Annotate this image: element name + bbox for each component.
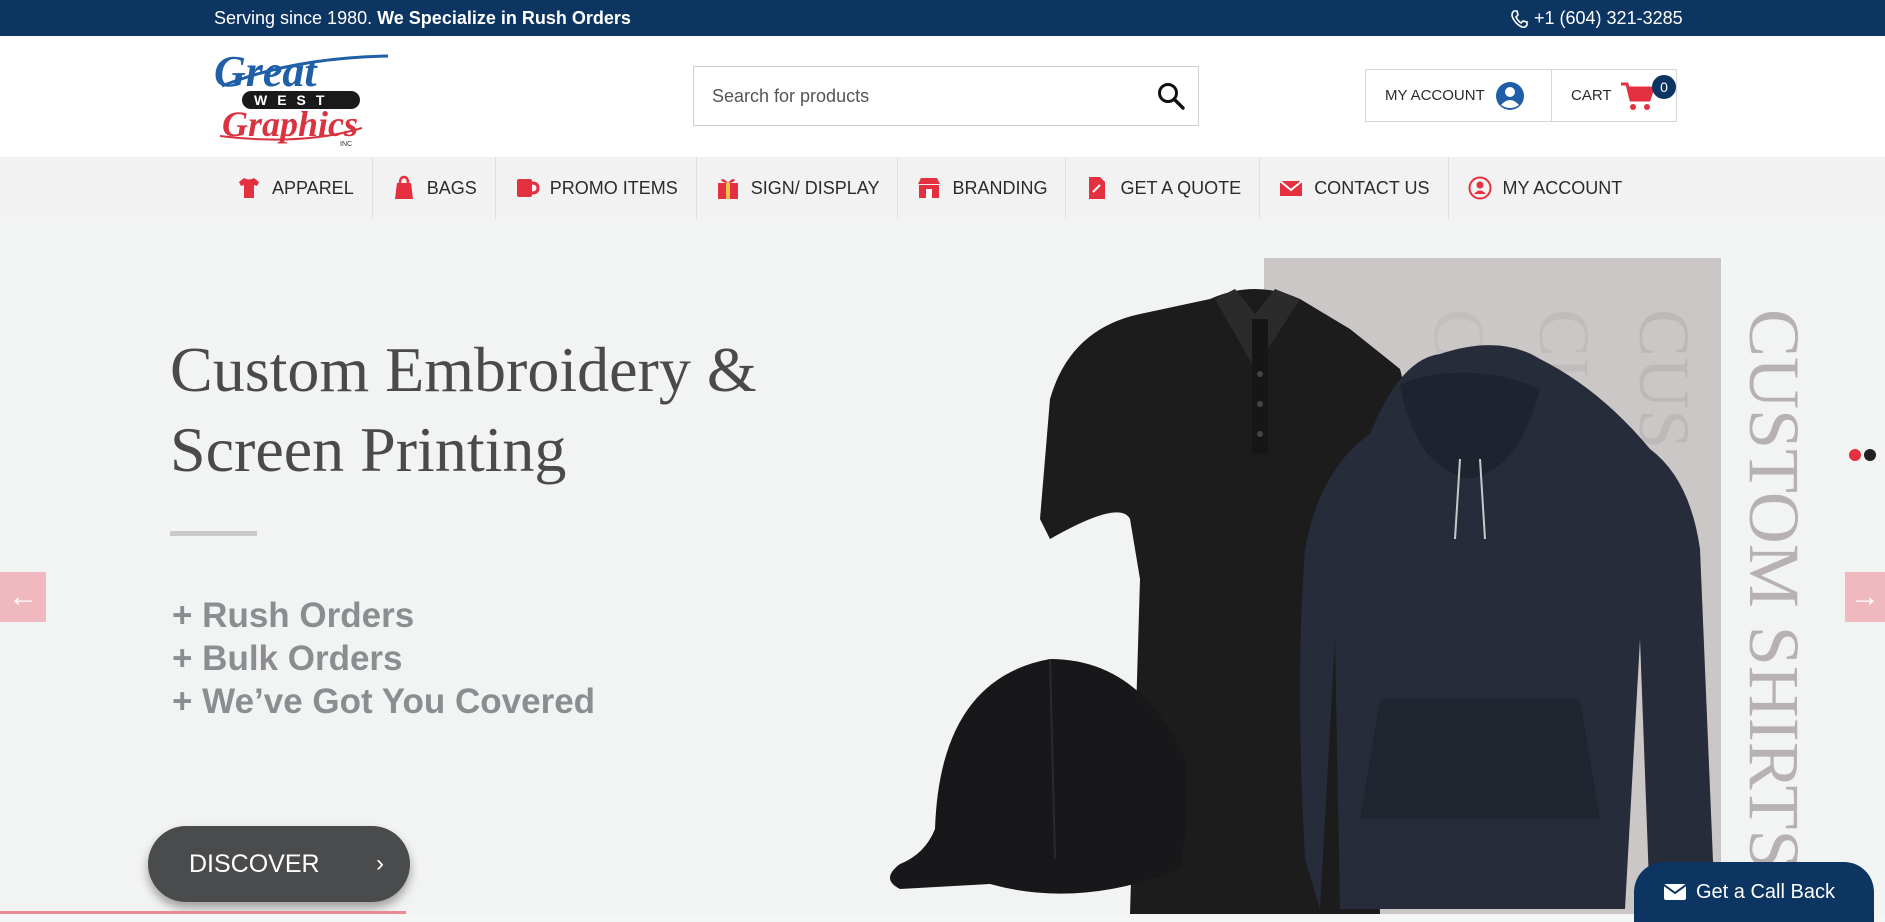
search-box	[693, 66, 1199, 126]
arrow-left-icon: ←	[8, 580, 38, 613]
main-nav: APPAREL BAGS PROMO ITEMS SIGN/ DISPLAY B…	[0, 157, 1885, 219]
nav-item-promo-items[interactable]: PROMO ITEMS	[496, 157, 697, 219]
hero-bullet: + Bulk Orders	[172, 639, 403, 678]
call-back-button[interactable]: Get a Call Back	[1634, 862, 1874, 922]
svg-text:INC: INC	[340, 141, 352, 146]
logo[interactable]: Great WEST Graphics INC	[212, 47, 392, 148]
nav-item-branding[interactable]: BRANDING	[898, 157, 1067, 219]
slider-prev-button[interactable]: ←	[0, 572, 46, 622]
nav-item-my-account[interactable]: MY ACCOUNT	[1449, 157, 1641, 219]
nav-item-sign-display[interactable]: SIGN/ DISPLAY	[697, 157, 899, 219]
slider-dot[interactable]	[1864, 449, 1876, 461]
bag-icon	[394, 175, 413, 199]
hero-divider	[170, 531, 257, 536]
hero-bullet-list: + Rush Orders + Bulk Orders + We’ve Got …	[172, 594, 595, 723]
account-icon	[1495, 81, 1524, 110]
backdrop-text: CUSTOM SHIRTS	[1734, 309, 1814, 870]
cart-icon	[1620, 82, 1655, 110]
site-header: Great WEST Graphics INC MY ACCOUNT CART	[0, 36, 1885, 157]
shirt-icon	[239, 178, 259, 198]
tagline: Serving since 1980. We Specialize in Rus…	[214, 8, 631, 28]
storefront-icon	[918, 178, 941, 198]
top-bar: Serving since 1980. We Specialize in Rus…	[0, 0, 1885, 36]
hero-bullet: + Rush Orders	[172, 596, 415, 635]
slider-dot-active[interactable]	[1849, 449, 1861, 461]
envelope-icon	[1279, 180, 1303, 196]
search-input[interactable]	[694, 67, 1134, 125]
phone-icon	[1511, 9, 1528, 28]
nav-item-bags[interactable]: BAGS	[373, 157, 496, 219]
account-cart-box: MY ACCOUNT CART 0	[1365, 69, 1677, 122]
hero-slider: Custom Embroidery & Screen Printing + Ru…	[0, 219, 1885, 914]
user-icon	[1468, 176, 1492, 200]
mug-icon	[516, 179, 540, 197]
my-account-link[interactable]: MY ACCOUNT	[1366, 70, 1552, 121]
document-icon	[1089, 177, 1106, 199]
slider-dots	[1849, 449, 1876, 461]
phone-link[interactable]: +1 (604) 321-3285	[1510, 8, 1683, 29]
cart-count-badge: 0	[1652, 75, 1676, 99]
hero-product-image: CUSTOM SHIRTS CUS CUS CUS	[890, 258, 1814, 914]
cart-link[interactable]: CART 0	[1552, 70, 1676, 121]
hero-bullet: + We’ve Got You Covered	[172, 682, 596, 721]
chevron-right-icon: ›	[376, 850, 384, 877]
nav-item-get-a-quote[interactable]: GET A QUOTE	[1066, 157, 1261, 219]
hero-title: Custom Embroidery & Screen Printing	[170, 334, 757, 485]
svg-text:CUS: CUS	[1624, 309, 1704, 449]
search-icon[interactable]	[1156, 81, 1186, 111]
discover-button[interactable]: DISCOVER ›	[148, 826, 410, 902]
nav-item-contact-us[interactable]: CONTACT US	[1260, 157, 1449, 219]
envelope-icon	[1664, 884, 1686, 900]
nav-item-apparel[interactable]: APPAREL	[218, 157, 373, 219]
slider-next-button[interactable]: →	[1845, 572, 1885, 622]
display-icon	[717, 179, 738, 199]
arrow-right-icon: →	[1850, 580, 1880, 613]
great-west-graphics-logo: Great WEST Graphics INC	[214, 47, 389, 148]
